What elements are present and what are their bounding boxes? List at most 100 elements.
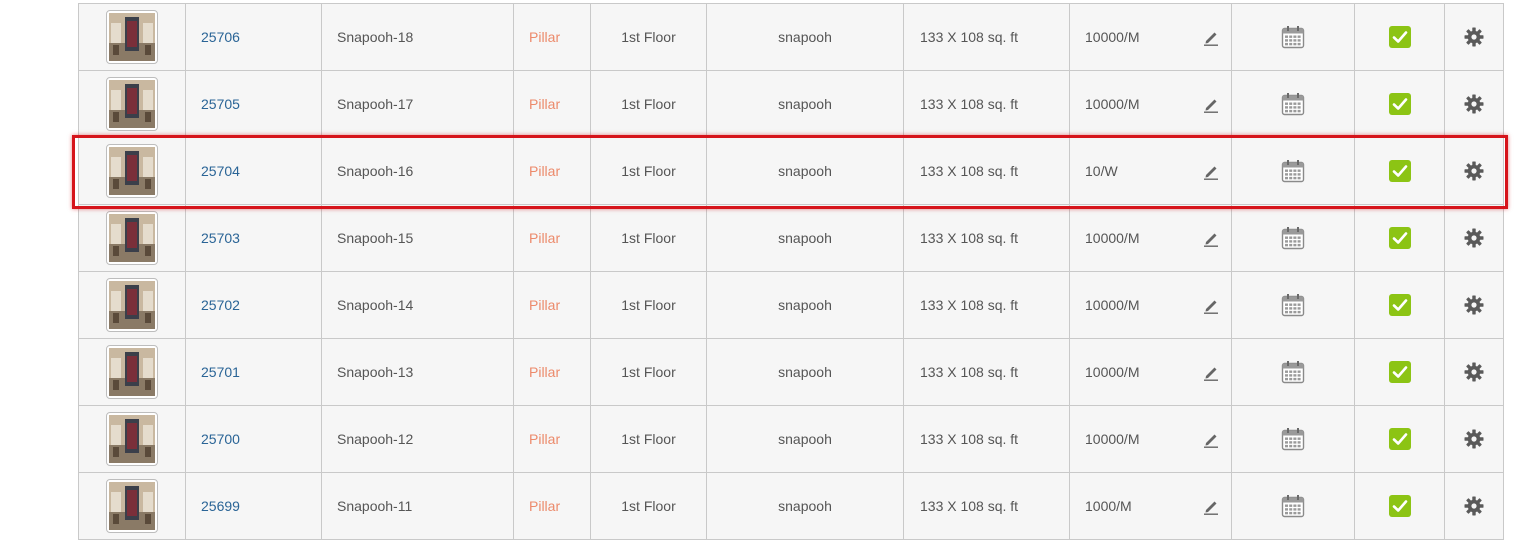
- gear-icon[interactable]: [1464, 161, 1484, 181]
- calendar-cell: [1231, 271, 1355, 339]
- listing-name: Snapooh-11: [321, 472, 514, 540]
- listing-size: 133 X 108 sq. ft: [903, 405, 1070, 473]
- listing-floor: 1st Floor: [590, 70, 707, 138]
- listing-floor: 1st Floor: [590, 271, 707, 339]
- checkbox-checked-icon[interactable]: [1388, 428, 1411, 450]
- availability-cell: [1354, 3, 1445, 71]
- listing-thumbnail[interactable]: [106, 345, 158, 399]
- table-row[interactable]: 25705 Snapooh-17 Pillar 1st Floor snapoo…: [78, 70, 1504, 138]
- calendar-icon[interactable]: [1281, 226, 1305, 250]
- listing-type-cell: Pillar: [513, 70, 591, 138]
- listing-price: 10000/M: [1085, 29, 1140, 45]
- listing-type: Pillar: [529, 29, 561, 45]
- gear-icon[interactable]: [1464, 496, 1484, 516]
- table-row[interactable]: 25702 Snapooh-14 Pillar 1st Floor snapoo…: [78, 271, 1504, 339]
- listing-thumbnail[interactable]: [106, 211, 158, 265]
- calendar-icon[interactable]: [1281, 494, 1305, 518]
- gear-icon[interactable]: [1464, 228, 1484, 248]
- calendar-icon[interactable]: [1281, 427, 1305, 451]
- pencil-icon[interactable]: [1203, 229, 1219, 247]
- calendar-icon[interactable]: [1281, 293, 1305, 317]
- gear-icon[interactable]: [1464, 94, 1484, 114]
- storefront-image-icon: [109, 281, 155, 329]
- table-row[interactable]: 25700 Snapooh-12 Pillar 1st Floor snapoo…: [78, 405, 1504, 473]
- listing-id-link[interactable]: 25702: [201, 297, 240, 313]
- listing-name: Snapooh-13: [321, 338, 514, 406]
- pencil-icon[interactable]: [1203, 296, 1219, 314]
- calendar-icon[interactable]: [1281, 92, 1305, 116]
- storefront-image-icon: [109, 348, 155, 396]
- table-row[interactable]: 25706 Snapooh-18 Pillar 1st Floor snapoo…: [78, 3, 1504, 71]
- listing-owner: snapooh: [706, 338, 904, 406]
- checkbox-checked-icon[interactable]: [1388, 495, 1411, 517]
- gear-icon[interactable]: [1464, 295, 1484, 315]
- settings-cell: [1444, 137, 1504, 205]
- calendar-icon[interactable]: [1281, 159, 1305, 183]
- checkbox-checked-icon[interactable]: [1388, 26, 1411, 48]
- listing-name: Snapooh-17: [321, 70, 514, 138]
- listing-id-cell: 25706: [185, 3, 322, 71]
- availability-cell: [1354, 271, 1445, 339]
- gear-icon[interactable]: [1464, 429, 1484, 449]
- listing-price-cell: 10000/M: [1069, 405, 1232, 473]
- calendar-cell: [1231, 137, 1355, 205]
- pencil-icon[interactable]: [1203, 95, 1219, 113]
- listing-thumbnail[interactable]: [106, 412, 158, 466]
- listing-id-link[interactable]: 25703: [201, 230, 240, 246]
- listing-type: Pillar: [529, 364, 561, 380]
- listing-id-link[interactable]: 25700: [201, 431, 240, 447]
- listing-thumbnail[interactable]: [106, 10, 158, 64]
- listing-thumbnail[interactable]: [106, 479, 158, 533]
- listing-size: 133 X 108 sq. ft: [903, 338, 1070, 406]
- listing-price-cell: 10000/M: [1069, 271, 1232, 339]
- listing-id-cell: 25704: [185, 137, 322, 205]
- pencil-icon[interactable]: [1203, 162, 1219, 180]
- listing-thumbnail[interactable]: [106, 144, 158, 198]
- listing-floor: 1st Floor: [590, 204, 707, 272]
- calendar-cell: [1231, 472, 1355, 540]
- checkbox-checked-icon[interactable]: [1388, 227, 1411, 249]
- calendar-cell: [1231, 338, 1355, 406]
- listing-id-link[interactable]: 25705: [201, 96, 240, 112]
- listing-id-link[interactable]: 25706: [201, 29, 240, 45]
- calendar-icon[interactable]: [1281, 360, 1305, 384]
- checkbox-checked-icon[interactable]: [1388, 160, 1411, 182]
- availability-cell: [1354, 137, 1445, 205]
- listing-type: Pillar: [529, 431, 561, 447]
- calendar-icon[interactable]: [1281, 25, 1305, 49]
- gear-icon[interactable]: [1464, 27, 1484, 47]
- availability-cell: [1354, 338, 1445, 406]
- listing-thumbnail[interactable]: [106, 278, 158, 332]
- listing-id-cell: 25703: [185, 204, 322, 272]
- listing-type: Pillar: [529, 498, 561, 514]
- listing-price-cell: 1000/M: [1069, 472, 1232, 540]
- listing-type: Pillar: [529, 96, 561, 112]
- table-row[interactable]: 25701 Snapooh-13 Pillar 1st Floor snapoo…: [78, 338, 1504, 406]
- listing-thumbnail[interactable]: [106, 77, 158, 131]
- pencil-icon[interactable]: [1203, 363, 1219, 381]
- pencil-icon[interactable]: [1203, 28, 1219, 46]
- checkbox-checked-icon[interactable]: [1388, 93, 1411, 115]
- storefront-image-icon: [109, 147, 155, 195]
- pencil-icon[interactable]: [1203, 430, 1219, 448]
- checkbox-checked-icon[interactable]: [1388, 294, 1411, 316]
- listing-type-cell: Pillar: [513, 204, 591, 272]
- table-row[interactable]: 25704 Snapooh-16 Pillar 1st Floor snapoo…: [78, 137, 1504, 205]
- listing-price-cell: 10000/M: [1069, 70, 1232, 138]
- pencil-icon[interactable]: [1203, 497, 1219, 515]
- listing-id-cell: 25699: [185, 472, 322, 540]
- listing-id-link[interactable]: 25699: [201, 498, 240, 514]
- table-row[interactable]: 25703 Snapooh-15 Pillar 1st Floor snapoo…: [78, 204, 1504, 272]
- listing-id-link[interactable]: 25701: [201, 364, 240, 380]
- table-row[interactable]: 25699 Snapooh-11 Pillar 1st Floor snapoo…: [78, 472, 1504, 540]
- calendar-cell: [1231, 3, 1355, 71]
- listing-price: 1000/M: [1085, 498, 1132, 514]
- listing-id-cell: 25700: [185, 405, 322, 473]
- listing-size: 133 X 108 sq. ft: [903, 3, 1070, 71]
- listing-owner: snapooh: [706, 3, 904, 71]
- gear-icon[interactable]: [1464, 362, 1484, 382]
- thumbnail-cell: [78, 204, 186, 272]
- listing-id-link[interactable]: 25704: [201, 163, 240, 179]
- checkbox-checked-icon[interactable]: [1388, 361, 1411, 383]
- listing-size: 133 X 108 sq. ft: [903, 70, 1070, 138]
